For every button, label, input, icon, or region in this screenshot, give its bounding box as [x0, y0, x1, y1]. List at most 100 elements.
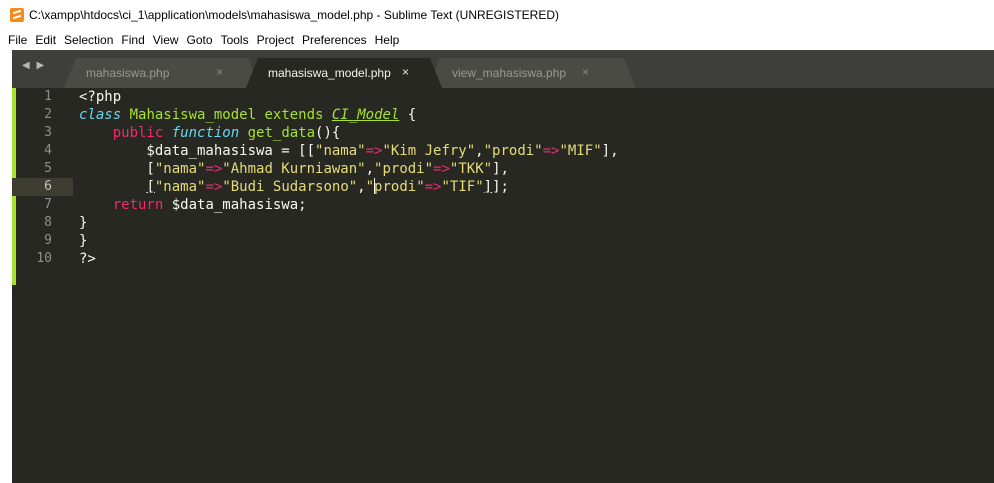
- code-token: (){: [315, 125, 341, 141]
- line-code: public function get_data(){: [79, 124, 341, 142]
- line-number: 7: [44, 197, 52, 212]
- tab-mahasiswa-model-php[interactable]: mahasiswa_model.php ×: [246, 58, 442, 88]
- window-titlebar: C:\xampp\htdocs\ci_1\application\models\…: [0, 0, 994, 30]
- code-token: get_data: [247, 125, 316, 141]
- code-token: "nama": [154, 161, 206, 177]
- code-token: ];: [492, 179, 509, 195]
- code-token: public: [79, 125, 164, 141]
- line-code: <?php: [79, 88, 121, 106]
- code-token: "TKK": [449, 161, 493, 177]
- line-code: $data_mahasiswa = [["nama"=>"Kim Jefry",…: [79, 142, 619, 160]
- code-token: ,: [357, 179, 366, 195]
- code-editor[interactable]: 1 <?php 2 class Mahasiswa_model extends CI_…: [12, 88, 994, 483]
- code-token: $data_mahasiswa = [[: [79, 143, 316, 159]
- code-token: =>: [205, 161, 223, 177]
- code-line[interactable]: 4 $data_mahasiswa = [["nama"=>"Kim Jefry…: [12, 142, 994, 160]
- code-token: <?php: [79, 89, 122, 105]
- code-token: "nama": [154, 179, 206, 195]
- menu-goto[interactable]: Goto: [183, 33, 217, 47]
- code-token: =>: [205, 179, 223, 195]
- code-token: }: [79, 215, 88, 231]
- tab-label: view_mahasiswa.php: [452, 66, 567, 80]
- menu-selection[interactable]: Selection: [60, 33, 117, 47]
- code-token: ],: [601, 143, 619, 159]
- code-token: =>: [424, 179, 442, 195]
- code-line[interactable]: 2 class Mahasiswa_model extends CI_Model …: [12, 106, 994, 124]
- code-line[interactable]: 1 <?php: [12, 88, 994, 106]
- code-token: {: [399, 107, 417, 123]
- menu-tools[interactable]: Tools: [217, 33, 253, 47]
- tab-nav-arrows-icon[interactable]: ◀ ▶: [22, 60, 46, 71]
- code-line[interactable]: 10 ?>: [12, 250, 994, 268]
- code-token: ],: [492, 161, 509, 177]
- menu-edit[interactable]: Edit: [31, 33, 60, 47]
- code-token: "prodi": [483, 143, 543, 159]
- code-token: ,: [475, 143, 484, 159]
- code-token: [: [79, 161, 155, 177]
- close-icon[interactable]: ×: [582, 65, 589, 79]
- code-token: "Kim Jefry": [382, 143, 476, 159]
- line-code: ["nama"=>"Budi Sudarsono","prodi"=>"TIF"…: [79, 178, 509, 196]
- code-token: =>: [365, 143, 383, 159]
- line-number: 9: [44, 233, 52, 248]
- code-token: class: [79, 107, 122, 123]
- line-number: 1: [44, 89, 52, 104]
- code-token: extends: [264, 107, 324, 123]
- line-code: return $data_mahasiswa;: [79, 196, 307, 214]
- menu-view[interactable]: View: [149, 33, 183, 47]
- tab-label: mahasiswa_model.php: [268, 66, 391, 80]
- code-token: "TIF": [441, 179, 484, 195]
- code-lines: 1 <?php 2 class Mahasiswa_model extends CI_…: [12, 88, 994, 268]
- code-token: ": [365, 179, 375, 195]
- tab-view-mahasiswa-php[interactable]: view_mahasiswa.php ×: [428, 58, 636, 88]
- code-token: CI_Model: [331, 107, 400, 123]
- code-token: ]: [483, 179, 493, 195]
- line-code: }: [79, 214, 87, 232]
- line-number: 10: [36, 251, 52, 266]
- code-token: ?>: [79, 251, 96, 267]
- line-number: 5: [44, 161, 52, 176]
- close-icon[interactable]: ×: [216, 65, 223, 79]
- code-token: =>: [433, 161, 450, 177]
- line-code: }: [79, 232, 87, 250]
- sublime-text-icon: [10, 8, 24, 22]
- code-line[interactable]: 9}: [12, 232, 994, 250]
- menu-project[interactable]: Project: [253, 33, 298, 47]
- tab-label: mahasiswa.php: [86, 66, 170, 80]
- code-line[interactable]: 5 ["nama"=>"Ahmad Kurniawan","prodi"=>"T…: [12, 160, 994, 178]
- code-token: }: [79, 233, 88, 249]
- code-line[interactable]: 8}: [12, 214, 994, 232]
- code-token: ,: [365, 161, 375, 177]
- line-number: 3: [44, 125, 52, 140]
- menu-file[interactable]: File: [4, 33, 31, 47]
- code-line[interactable]: 6 ["nama"=>"Budi Sudarsono","prodi"=>"TI…: [12, 178, 994, 196]
- line-number: 6: [44, 179, 52, 194]
- tab-bar: ◀ ▶ mahasiswa.php × view_mahasiswa.php ×…: [12, 50, 994, 88]
- code-token: "prodi": [374, 161, 434, 177]
- code-token: [: [146, 179, 155, 195]
- line-code: ?>: [79, 250, 96, 268]
- code-token: "MIF": [559, 143, 602, 159]
- code-token: "nama": [315, 143, 366, 159]
- code-line[interactable]: 3 public function get_data(){: [12, 124, 994, 142]
- code-token: prodi": [374, 179, 425, 195]
- code-token: =>: [542, 143, 560, 159]
- menu-bar: File Edit Selection Find View Goto Tools…: [0, 30, 994, 50]
- menu-help[interactable]: Help: [371, 33, 404, 47]
- close-icon[interactable]: ×: [402, 65, 409, 79]
- line-number: 2: [44, 107, 52, 122]
- code-token: $data_mahasiswa;: [163, 197, 307, 213]
- menu-find[interactable]: Find: [117, 33, 148, 47]
- tab-mahasiswa-php[interactable]: mahasiswa.php ×: [64, 58, 260, 88]
- line-number: 4: [44, 143, 52, 158]
- code-token: function: [171, 125, 240, 141]
- line-code: class Mahasiswa_model extends CI_Model {: [79, 106, 416, 124]
- menu-preferences[interactable]: Preferences: [298, 33, 371, 47]
- code-token: "Ahmad Kurniawan": [222, 161, 366, 177]
- code-line[interactable]: 7 return $data_mahasiswa;: [12, 196, 994, 214]
